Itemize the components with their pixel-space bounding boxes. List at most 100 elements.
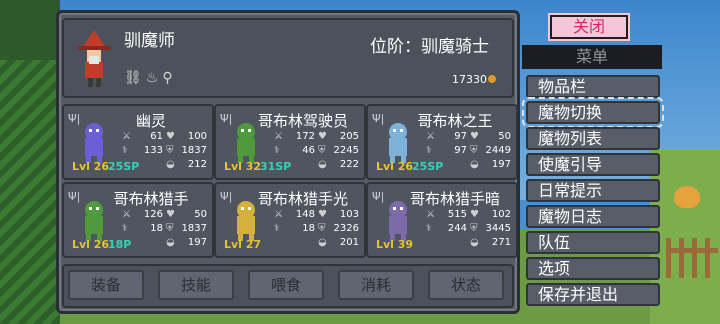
heart-icon: ♥ — [318, 209, 327, 220]
menu-item-daily-tips[interactable]: 日常提示 — [526, 179, 660, 202]
feed-button[interactable]: 喂食 — [248, 270, 324, 300]
menu-item-monster-list[interactable]: 魔物列表 — [526, 127, 660, 150]
menu-item-familiar-guide[interactable]: 使魔引导 — [526, 153, 660, 176]
food-value: 197 — [491, 159, 511, 170]
hp-value: 102 — [491, 209, 511, 220]
heart-icon: ♥ — [470, 209, 479, 220]
monster-level: Lvl 39 — [376, 238, 414, 251]
sword-icon: ⚔ — [122, 209, 131, 220]
close-button[interactable]: 关闭 — [548, 13, 630, 41]
hp2-value: 2449 — [485, 145, 511, 156]
menu-item-switch-monster[interactable]: 魔物切换 — [522, 97, 664, 128]
food-icon: ◒ — [318, 237, 327, 248]
monster-level: Lvl 32 — [224, 160, 262, 173]
defense-value: 97 — [454, 145, 467, 156]
sword-icon: ⚔ — [122, 131, 131, 142]
monster-sprite-icon — [389, 123, 407, 163]
defense-value: 133 — [143, 145, 163, 156]
hp-value: 50 — [194, 209, 207, 220]
food-icon: ◒ — [470, 237, 479, 248]
attack-value: 515 — [447, 209, 467, 220]
food-value: 271 — [491, 237, 511, 248]
hp2-value: 1837 — [181, 223, 207, 234]
heart-icon: ♥ — [318, 131, 327, 142]
food-icon: ◒ — [166, 237, 175, 248]
forest-edge — [0, 0, 60, 324]
hp-value: 50 — [498, 131, 511, 142]
monster-card[interactable]: Ψ| 哥布林猎手暗 ⚔ 515 ♥ 102 ⚕ 244 ⛨ 3445 ◒ 271 Lvl — [366, 182, 518, 258]
sword-icon: ⚔ — [426, 209, 435, 220]
heart-icon: ♥ — [470, 131, 479, 142]
menu-item-options[interactable]: 选项 — [526, 257, 660, 280]
monster-level: Lvl 27 — [224, 238, 262, 251]
wand-icon: ⚕ — [122, 223, 128, 234]
food-icon: ◒ — [470, 159, 479, 170]
hero-class-name: 驯魔师 — [124, 31, 175, 51]
defense-value: 244 — [447, 223, 467, 234]
gold-amount: 17330 — [452, 73, 487, 86]
food-value: 222 — [339, 159, 359, 170]
hp2-value: 2326 — [333, 223, 359, 234]
monster-level: Lvl 26 — [72, 160, 110, 173]
menu-item-monster-log[interactable]: 魔物日志 — [526, 205, 660, 228]
shield-icon: ⛨ — [166, 145, 174, 156]
heart-icon: ♥ — [166, 209, 175, 220]
monster-sp: 18P — [108, 238, 132, 251]
defense-value: 46 — [302, 145, 315, 156]
monster-card[interactable]: Ψ| 哥布林猎手光 ⚔ 148 ♥ 103 ⚕ 18 ⛨ 2326 ◒ 201 Lvl — [214, 182, 366, 258]
food-value: 212 — [187, 159, 207, 170]
monster-sp: 25SP — [108, 160, 140, 173]
hp-value: 100 — [187, 131, 207, 142]
menu-item-inventory[interactable]: 物品栏 — [526, 75, 660, 98]
hero-status-icons: ⛓♨⚲ — [124, 70, 177, 86]
monster-level: Lvl 26 — [376, 160, 414, 173]
shield-icon: ⛨ — [318, 145, 326, 156]
wand-icon: ⚕ — [274, 145, 280, 156]
hero-sprite-icon — [78, 30, 110, 87]
monster-stats: ⚔ 126 ♥ 50 ⚕ 18 ⛨ 1837 ◒ 197 — [122, 208, 210, 250]
monster-sprite-icon — [85, 201, 103, 241]
skills-button[interactable]: 技能 — [158, 270, 234, 300]
hero-rank: 位阶：驯魔骑士 — [370, 37, 489, 57]
monster-sp: 31SP — [260, 160, 292, 173]
shield-icon: ⛨ — [470, 145, 478, 156]
monster-card[interactable]: Ψ| 哥布林之王 ⚔ 97 ♥ 50 ⚕ 97 ⛨ 2449 ◒ 197 Lvl 26 — [366, 104, 518, 180]
wand-icon: ⚕ — [426, 145, 432, 156]
monster-card[interactable]: Ψ| 幽灵 ⚔ 61 ♥ 100 ⚕ 133 ⛨ 1837 ◒ 212 Lvl 26 — [62, 104, 214, 180]
food-icon: ◒ — [318, 159, 327, 170]
hp2-value: 2245 — [333, 145, 359, 156]
attack-value: 97 — [454, 131, 467, 142]
menu-item-party[interactable]: 队伍 — [526, 231, 660, 254]
equip-button[interactable]: 装备 — [68, 270, 144, 300]
shield-icon: ⛨ — [470, 223, 478, 234]
attack-value: 126 — [143, 209, 163, 220]
wand-icon: ⚕ — [122, 145, 128, 156]
monster-card[interactable]: Ψ| 哥布林猎手 ⚔ 126 ♥ 50 ⚕ 18 ⛨ 1837 ◒ 197 Lvl 26 — [62, 182, 214, 258]
heart-icon: ♥ — [166, 131, 175, 142]
monster-sp: 25SP — [412, 160, 444, 173]
gold-counter: 17330 — [452, 73, 496, 86]
consume-button[interactable]: 消耗 — [338, 270, 414, 300]
sword-icon: ⚔ — [274, 131, 283, 142]
coin-icon — [488, 75, 496, 83]
menu-title: 菜单 — [522, 45, 662, 69]
hp-value: 103 — [339, 209, 359, 220]
hill — [650, 150, 720, 324]
monster-sprite-icon — [237, 123, 255, 163]
wand-icon: ⚕ — [274, 223, 280, 234]
monster-card[interactable]: Ψ| 哥布林驾驶员 ⚔ 172 ♥ 205 ⚕ 46 ⛨ 2245 ◒ 222 Lvl — [214, 104, 366, 180]
menu-item-save-quit[interactable]: 保存并退出 — [526, 283, 660, 306]
status-button[interactable]: 状态 — [428, 270, 504, 300]
sword-icon: ⚔ — [274, 209, 283, 220]
attack-value: 148 — [295, 209, 315, 220]
food-icon: ◒ — [166, 159, 175, 170]
food-value: 197 — [187, 237, 207, 248]
monster-sprite-icon — [85, 123, 103, 163]
fence — [666, 238, 718, 278]
attack-value: 61 — [150, 131, 163, 142]
monster-sprite-icon — [389, 201, 407, 241]
shield-icon: ⛨ — [318, 223, 326, 234]
defense-value: 18 — [302, 223, 315, 234]
monster-level: Lvl 26 — [72, 238, 110, 251]
monster-sprite-icon — [237, 201, 255, 241]
